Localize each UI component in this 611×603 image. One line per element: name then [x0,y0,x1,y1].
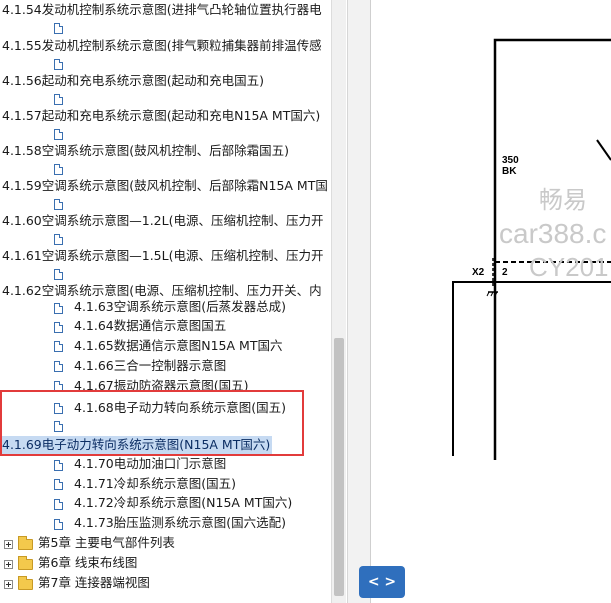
document-icon [54,129,63,140]
watermark-text: car388.c [499,218,607,249]
wire-gauge-label: 350 [502,155,519,166]
document-icon [54,23,63,34]
tree-item-nested[interactable]: 4.1.73胎压监测系统示意图(国六选配) [74,514,286,532]
document-icon [54,269,63,280]
folder-icon [18,556,33,570]
document-icon [54,322,63,333]
expand-toggle-icon[interactable] [4,580,13,589]
document-icon [54,341,63,352]
document-icon [54,234,63,245]
tree-chapter[interactable]: 第6章 线束布线图 [38,554,137,572]
tree-item[interactable]: 4.1.60空调系统示意图—1.2L(电源、压缩机控制、压力开 [2,212,323,230]
document-icon [54,164,63,175]
folder-icon [18,576,33,590]
document-icon [54,199,63,210]
scrollbar-thumb[interactable] [334,338,344,596]
tree-item[interactable]: 4.1.55发动机控制系统示意图(排气颗粒捕集器前排温传感 [2,37,322,55]
tree-item-nested[interactable]: 4.1.71冷却系统示意图(国五) [74,475,236,493]
pane-splitter[interactable] [347,0,371,603]
tree-item-nested[interactable]: 4.1.64数据通信示意图国五 [74,317,226,335]
tree-chapter[interactable]: 第7章 连接器端视图 [38,574,150,592]
document-tree: 4.1.54发动机控制系统示意图(进排气凸轮轴位置执行器电 4.1.55发动机控… [0,0,330,603]
document-icon [54,460,63,471]
tree-item-nested[interactable]: 4.1.65数据通信示意图N15A MT国六 [74,337,282,355]
document-icon [54,479,63,490]
wiring-diagram-graphic [452,38,611,460]
wire-color-label: BK [502,166,517,177]
tree-item-nested[interactable]: 4.1.72冷却系统示意图(N15A MT国六) [74,494,292,512]
document-icon [54,59,63,70]
tree-item-selected[interactable]: 4.1.69电子动力转向系统示意图(N15A MT国六) [2,436,273,454]
expand-toggle-icon[interactable] [4,540,13,549]
watermark-text: 畅易 [539,187,587,214]
tree-item-nested[interactable]: 4.1.67振动防盗器示意图(国五) [74,377,249,395]
document-icon [54,499,63,510]
document-icon [54,403,63,414]
tree-item-nested[interactable]: 4.1.68电子动力转向系统示意图(国五) [74,399,286,417]
watermark-text: CY201 [529,252,609,282]
tree-scrollbar[interactable] [331,0,346,603]
tree-item[interactable]: 4.1.54发动机控制系统示意图(进排气凸轮轴位置执行器电 [2,1,322,19]
document-icon [54,303,63,314]
tree-chapter[interactable]: 第5章 主要电气部件列表 [38,534,175,552]
document-icon [54,361,63,372]
pin-label: 2 [502,267,508,278]
connector-label: X2 [472,267,485,278]
expand-toggle-icon[interactable] [4,560,13,569]
tree-item-nested[interactable]: 4.1.70电动加油口门示意图 [74,455,226,473]
tree-item[interactable]: 4.1.61空调系统示意图—1.5L(电源、压缩机控制、压力开 [2,247,323,265]
wiring-diagram-view: 350 BK X2 2 畅易 car388.c CY201 [371,0,611,603]
tree-item[interactable]: 4.1.59空调系统示意图(鼓风机控制、后部除霜N15A MT国 [2,177,328,195]
folder-icon [18,536,33,550]
document-icon [54,519,63,530]
tree-item-nested[interactable]: 4.1.66三合一控制器示意图 [74,357,226,375]
tree-item[interactable]: 4.1.58空调系统示意图(鼓风机控制、后部除霜国五) [2,142,289,160]
tree-item-nested[interactable]: 4.1.63空调系统示意图(后蒸发器总成) [74,298,286,316]
tree-item[interactable]: 4.1.57起动和充电系统示意图(起动和充电N15A MT国六) [2,107,320,125]
document-icon [54,421,63,432]
document-icon [54,94,63,105]
toggle-pane-button[interactable]: < > [359,566,405,598]
tree-item[interactable]: 4.1.56起动和充电系统示意图(起动和充电国五) [2,72,264,90]
document-icon [54,381,63,392]
